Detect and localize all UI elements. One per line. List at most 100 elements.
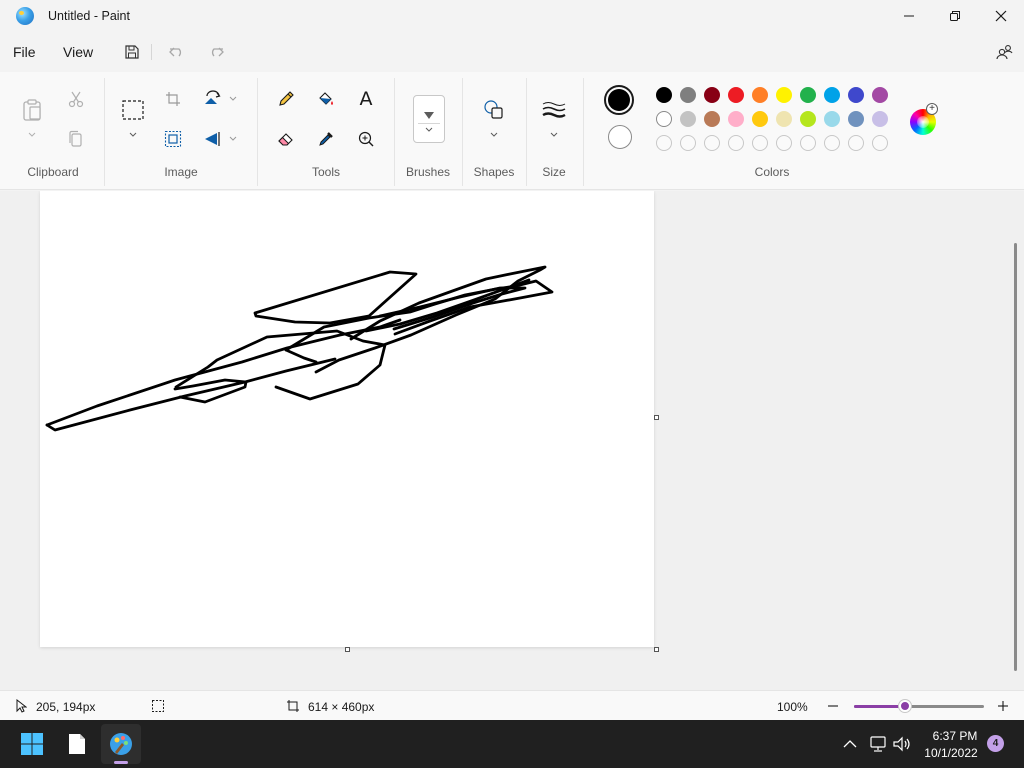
profile-share-button[interactable] xyxy=(992,40,1016,64)
palette-swatch[interactable] xyxy=(752,87,768,103)
custom-color-slot[interactable] xyxy=(728,135,744,151)
palette-swatch[interactable] xyxy=(656,87,672,103)
minimize-button[interactable] xyxy=(886,0,932,32)
palette-swatch[interactable] xyxy=(872,87,888,103)
flip-button[interactable] xyxy=(199,125,227,153)
cut-button[interactable] xyxy=(62,85,90,113)
select-dropdown[interactable] xyxy=(128,130,138,140)
resize-handle-bottom[interactable] xyxy=(345,647,350,652)
brushes-button[interactable] xyxy=(413,95,445,143)
taskbar: 6:37 PM 10/1/2022 xyxy=(0,720,1024,768)
color-picker-tool[interactable] xyxy=(312,125,340,153)
paste-button[interactable] xyxy=(18,96,46,124)
file-menu[interactable]: File xyxy=(13,44,36,60)
select-button[interactable] xyxy=(119,96,147,124)
chevron-down-icon xyxy=(229,96,237,101)
file-explorer-button[interactable] xyxy=(63,730,91,758)
zoom-out-button[interactable] xyxy=(825,698,841,714)
vertical-scrollbar[interactable] xyxy=(1014,243,1017,671)
palette-swatch[interactable] xyxy=(824,111,840,127)
text-tool[interactable]: A xyxy=(352,85,380,113)
custom-color-slot[interactable] xyxy=(752,135,768,151)
palette-swatch[interactable] xyxy=(704,111,720,127)
palette-swatch[interactable] xyxy=(848,111,864,127)
fill-tool[interactable] xyxy=(312,85,340,113)
zoom-slider[interactable] xyxy=(854,705,984,708)
custom-color-slot[interactable] xyxy=(848,135,864,151)
custom-color-slot[interactable] xyxy=(656,135,672,151)
custom-color-slot[interactable] xyxy=(824,135,840,151)
show-hidden-icons-button[interactable] xyxy=(836,730,864,758)
palette-swatch[interactable] xyxy=(680,87,696,103)
ribbon-divider xyxy=(462,78,463,186)
custom-color-slot[interactable] xyxy=(872,135,888,151)
undo-icon xyxy=(169,47,182,57)
view-menu[interactable]: View xyxy=(63,44,93,60)
crop-button[interactable] xyxy=(159,85,187,113)
drawing-canvas[interactable] xyxy=(40,191,654,647)
palette-swatch[interactable] xyxy=(872,111,888,127)
palette-swatch[interactable] xyxy=(680,111,696,127)
maximize-button[interactable] xyxy=(932,0,978,32)
close-button[interactable] xyxy=(978,0,1024,32)
palette-swatch[interactable] xyxy=(824,87,840,103)
windows-start-button[interactable] xyxy=(18,730,46,758)
flip-dropdown[interactable] xyxy=(228,134,238,144)
palette-swatch[interactable] xyxy=(704,87,720,103)
pencil-tool[interactable] xyxy=(272,85,300,113)
secondary-color-swatch[interactable] xyxy=(608,125,632,149)
paste-dropdown[interactable] xyxy=(27,130,37,140)
ribbon-divider xyxy=(394,78,395,186)
palette-swatch[interactable] xyxy=(848,87,864,103)
zoom-level: 100% xyxy=(777,700,808,714)
cursor-position: 205, 194px xyxy=(36,700,96,714)
edit-colors-plus-icon[interactable]: + xyxy=(926,103,938,115)
custom-color-slot[interactable] xyxy=(776,135,792,151)
shapes-button[interactable] xyxy=(480,96,508,124)
clipboard-group-label: Clipboard xyxy=(27,165,79,179)
palette-swatch[interactable] xyxy=(752,111,768,127)
volume-icon xyxy=(893,736,910,752)
palette-swatch[interactable] xyxy=(728,111,744,127)
rotate-button[interactable] xyxy=(199,85,227,113)
resize-handle-corner[interactable] xyxy=(654,647,659,652)
ribbon-divider xyxy=(257,78,258,186)
palette-swatch[interactable] xyxy=(800,87,816,103)
eraser-tool[interactable] xyxy=(272,125,300,153)
notification-badge[interactable]: 4 xyxy=(987,735,1004,752)
custom-color-slot[interactable] xyxy=(704,135,720,151)
custom-color-slot[interactable] xyxy=(800,135,816,151)
primary-color-fill xyxy=(608,89,630,111)
maximize-icon xyxy=(950,11,960,21)
shapes-group-label: Shapes xyxy=(473,165,515,179)
palette-swatch[interactable] xyxy=(728,87,744,103)
size-button[interactable] xyxy=(540,96,568,124)
resize-handle-right[interactable] xyxy=(654,415,659,420)
palette-swatch[interactable] xyxy=(656,111,672,127)
save-button[interactable] xyxy=(120,40,144,64)
magnifier-tool[interactable] xyxy=(352,125,380,153)
zoom-in-button[interactable] xyxy=(995,698,1011,714)
minimize-icon xyxy=(904,15,914,17)
canvas-size-icon xyxy=(285,698,301,714)
clock-time[interactable]: 6:37 PM xyxy=(920,729,990,743)
rotate-dropdown[interactable] xyxy=(228,94,238,104)
primary-color-swatch[interactable] xyxy=(604,85,634,115)
size-dropdown[interactable] xyxy=(549,130,559,140)
undo-button[interactable] xyxy=(165,40,189,64)
custom-color-slot[interactable] xyxy=(680,135,696,151)
colors-group-label: Colors xyxy=(754,165,790,179)
shapes-dropdown[interactable] xyxy=(489,130,499,140)
palette-swatch[interactable] xyxy=(776,111,792,127)
zoom-slider-thumb[interactable] xyxy=(898,700,911,712)
resize-button[interactable] xyxy=(159,125,187,153)
clock-date[interactable]: 10/1/2022 xyxy=(916,746,986,760)
palette-swatch[interactable] xyxy=(800,111,816,127)
redo-button[interactable] xyxy=(204,40,228,64)
rotate-icon xyxy=(205,90,221,104)
image-group-label: Image xyxy=(164,165,198,179)
palette-swatch[interactable] xyxy=(776,87,792,103)
selection-size-icon xyxy=(150,698,166,714)
volume-button[interactable] xyxy=(888,730,916,758)
copy-button[interactable] xyxy=(62,125,90,153)
